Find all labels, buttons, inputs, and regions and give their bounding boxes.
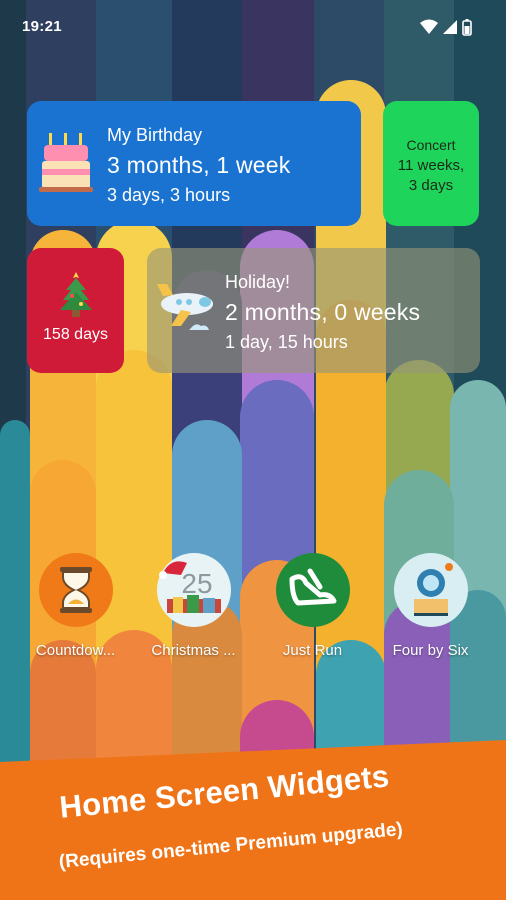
birthday-widget[interactable]: My Birthday 3 months, 1 week 3 days, 3 h… <box>27 101 361 226</box>
widget-subcountdown: 3 days, 3 hours <box>107 185 231 205</box>
signal-icon <box>443 20 457 34</box>
app-badge: 25 <box>181 568 212 599</box>
widget-countdown: 3 months, 1 week <box>107 152 291 178</box>
status-bar: 19:21 <box>0 0 506 56</box>
widget-countdown: 11 weeks, 3 days <box>383 156 479 196</box>
widget-countdown-line1: 11 weeks, <box>397 157 465 174</box>
app-label: Christmas ... <box>151 642 236 659</box>
christmas-countdown-icon: 25 <box>156 553 231 627</box>
app-just-run[interactable]: Just Run <box>255 553 370 659</box>
birthday-cake-icon <box>39 133 93 192</box>
app-label: Just Run <box>282 642 343 659</box>
airplane-icon <box>157 284 213 330</box>
wifi-icon <box>420 19 438 34</box>
christmas-widget[interactable]: 158 days <box>27 248 124 373</box>
hourglass-icon <box>38 553 113 627</box>
concert-widget[interactable]: Concert 11 weeks, 3 days <box>383 101 479 226</box>
app-four-by-six[interactable]: Four by Six <box>373 553 488 659</box>
app-label: Countdow... <box>35 642 116 659</box>
camera-icon <box>393 553 468 627</box>
widget-countdown: 158 days <box>43 326 108 343</box>
christmas-tree-icon <box>60 272 92 317</box>
status-time: 19:21 <box>22 18 62 35</box>
running-shoe-icon <box>275 553 350 627</box>
widget-title: My Birthday <box>107 125 203 145</box>
app-christmas[interactable]: 25 Christmas ... <box>136 553 251 659</box>
holiday-widget[interactable]: Holiday! 2 months, 0 weeks 1 day, 15 hou… <box>147 248 480 373</box>
status-icons <box>420 19 472 36</box>
app-label: Four by Six <box>392 642 469 659</box>
widget-title: Concert <box>406 137 456 153</box>
app-countdown[interactable]: Countdow... <box>18 553 133 659</box>
widget-countdown: 2 months, 0 weeks <box>225 299 421 325</box>
widget-countdown-line2: 3 days <box>408 177 454 194</box>
battery-icon <box>462 19 472 36</box>
widget-title: Holiday! <box>225 272 291 292</box>
widget-subcountdown: 1 day, 15 hours <box>225 332 348 352</box>
